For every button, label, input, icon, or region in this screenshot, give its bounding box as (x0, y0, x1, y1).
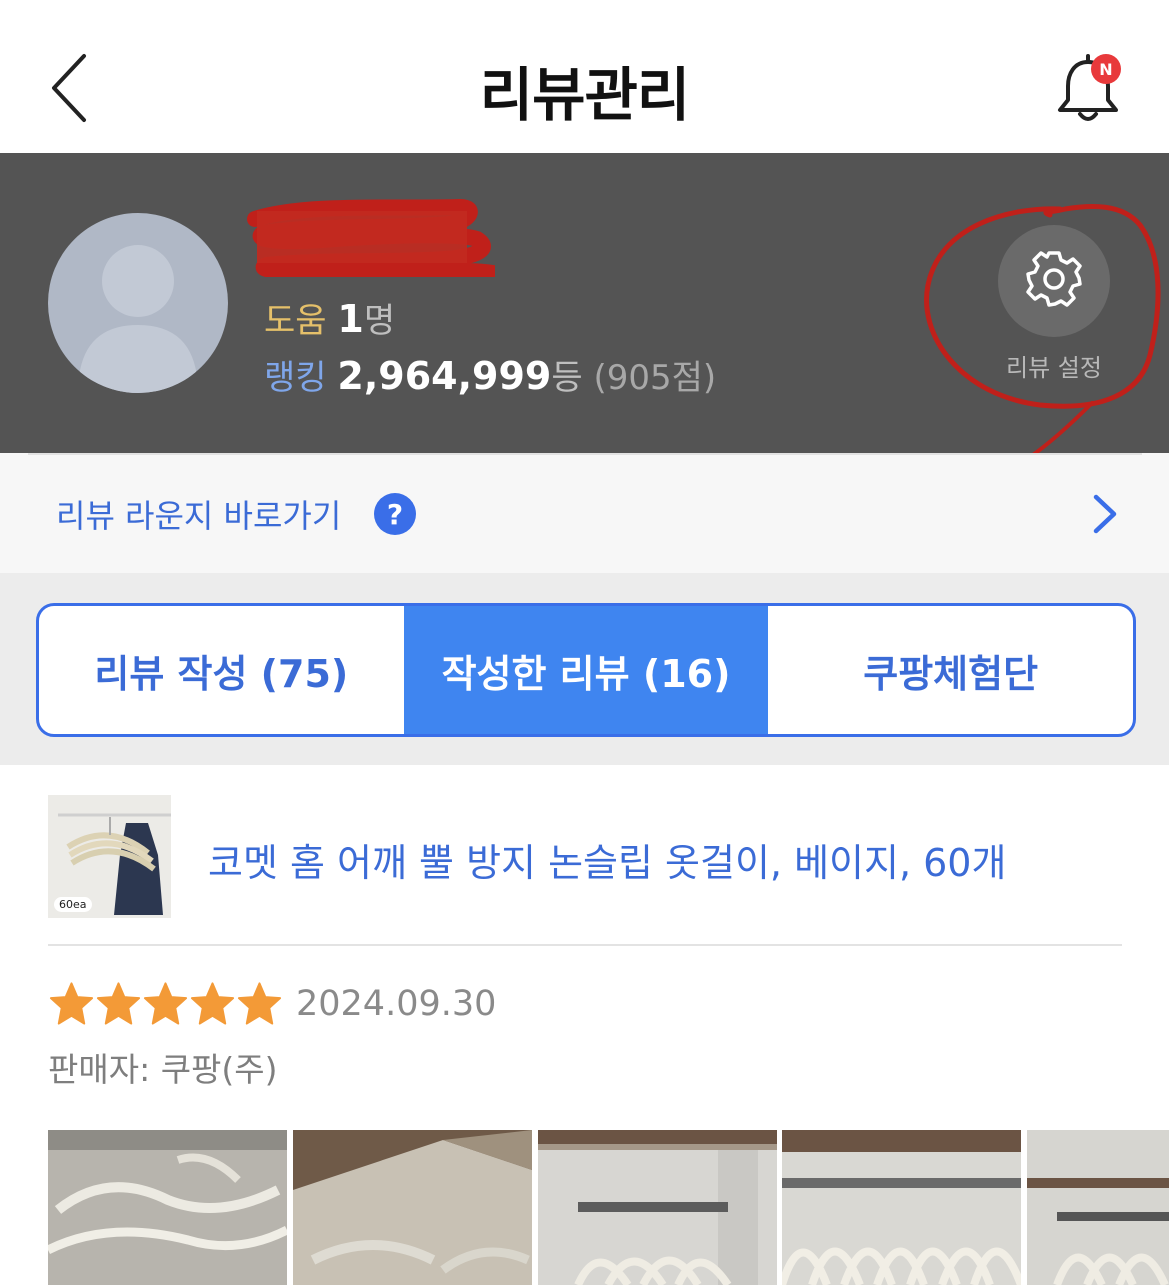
default-avatar-icon (78, 245, 198, 393)
product-name-link[interactable]: 코멧 홈 어깨 뿔 방지 논슬립 옷걸이, 베이지, 60개 (208, 832, 1006, 887)
divider (48, 944, 1122, 946)
review-photo-image (1027, 1130, 1169, 1285)
seller-info: 판매자: 쿠팡(주) (48, 1050, 278, 1089)
ranking-points: (905점) (593, 358, 717, 398)
tab-written-reviews[interactable]: 작성한 리뷰 (16) (403, 606, 769, 734)
star-icon (190, 982, 235, 1025)
review-photo[interactable] (293, 1130, 532, 1285)
ranking-unit: 등 (551, 358, 583, 398)
review-photo[interactable] (538, 1130, 777, 1285)
review-tabs: 리뷰 작성 (75) 작성한 리뷰 (16) 쿠팡체험단 (36, 603, 1136, 737)
help-count: 1 (337, 297, 364, 341)
star-icon (49, 982, 94, 1025)
review-photo-image (782, 1130, 1021, 1285)
redacted-username (247, 199, 495, 277)
page-title: 리뷰관리 (479, 61, 690, 129)
review-photo-image (48, 1130, 287, 1285)
chevron-right-icon (1093, 494, 1117, 534)
question-icon[interactable]: ? (374, 493, 416, 535)
ranking-label: 랭킹 (264, 358, 327, 398)
rating-stars (48, 980, 283, 1028)
star-icon (143, 982, 188, 1025)
thumbnail-badge: 60ea (54, 897, 92, 912)
ranking-value: 2,964,999 (337, 354, 552, 398)
review-photo-image (538, 1130, 777, 1285)
review-settings-button[interactable] (998, 225, 1110, 337)
review-photo[interactable] (48, 1130, 287, 1285)
divider (28, 453, 1142, 455)
review-date: 2024.09.30 (296, 984, 497, 1024)
star-icon (237, 982, 282, 1025)
gear-icon (1026, 251, 1082, 307)
tab-write-review[interactable]: 리뷰 작성 (75) (39, 606, 404, 734)
notification-badge: N (1091, 54, 1121, 84)
product-thumbnail[interactable]: 60ea (48, 795, 171, 918)
help-count-line: 도움 1명 (264, 293, 395, 342)
review-photo[interactable] (1027, 1130, 1169, 1285)
profile-section: 도움 1명 랭킹 2,964,999등 (905점) 리뷰 설정 (0, 153, 1169, 453)
avatar (48, 213, 228, 393)
top-bar: 리뷰관리 N (0, 0, 1169, 153)
tabs-area: 리뷰 작성 (75) 작성한 리뷰 (16) 쿠팡체험단 (0, 573, 1169, 765)
help-unit: 명 (363, 301, 396, 341)
review-lounge-label: 리뷰 라운지 바로가기 (56, 497, 342, 535)
ranking-line: 랭킹 2,964,999등 (905점) (264, 350, 716, 399)
star-icon (96, 982, 141, 1025)
tab-coupang-experience[interactable]: 쿠팡체험단 (768, 606, 1133, 734)
review-settings-label: 리뷰 설정 (1006, 354, 1102, 382)
review-photo[interactable] (782, 1130, 1021, 1285)
review-lounge-link[interactable]: 리뷰 라운지 바로가기 ? (0, 453, 1169, 573)
help-label: 도움 (264, 301, 327, 341)
review-photo-image (293, 1130, 532, 1285)
